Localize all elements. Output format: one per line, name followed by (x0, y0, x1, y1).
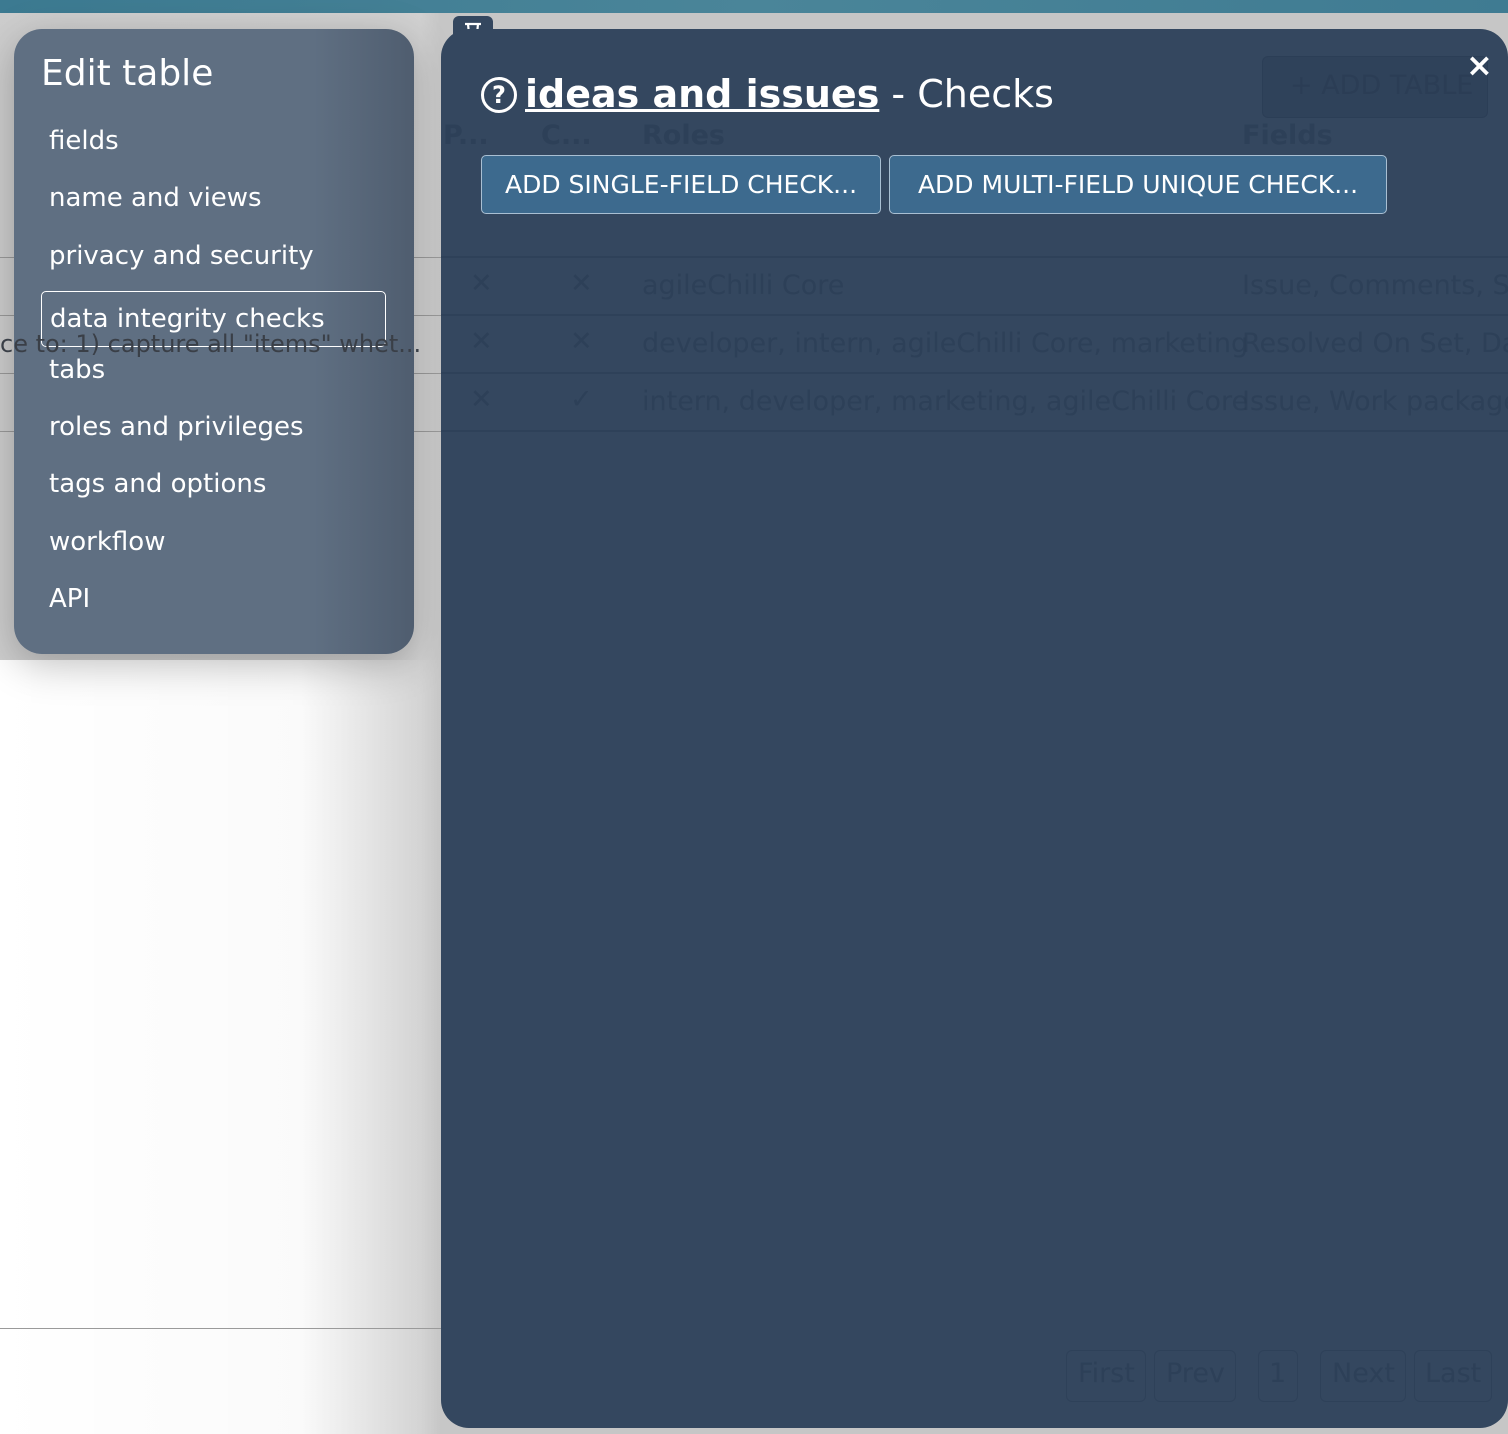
menu-list: fields name and views privacy and securi… (41, 119, 386, 634)
menu-item-workflow[interactable]: workflow (41, 520, 386, 577)
menu-item-tags-and-options[interactable]: tags and options (41, 462, 386, 519)
top-bar (0, 0, 1508, 13)
header-roles: Roles (642, 120, 725, 151)
checks-panel (441, 29, 1508, 1428)
menu-item-name-and-views[interactable]: name and views (41, 176, 386, 233)
menu-item-privacy-and-security[interactable]: privacy and security (41, 234, 386, 291)
background-text: ce to: 1) capture all "items" whet... (0, 330, 422, 358)
help-icon[interactable]: ? (481, 77, 517, 113)
menu-item-fields[interactable]: fields (41, 119, 386, 176)
menu-item-roles-and-privileges[interactable]: roles and privileges (41, 405, 386, 462)
header-fields: Fields (1242, 120, 1333, 151)
add-multi-field-unique-check-button[interactable]: ADD MULTI-FIELD UNIQUE CHECK... (889, 155, 1387, 214)
menu-item-api[interactable]: API (41, 577, 386, 634)
panel-title: ? ideas and issues - Checks (481, 72, 1054, 116)
add-single-field-check-button[interactable]: ADD SINGLE-FIELD CHECK... (481, 155, 881, 214)
close-icon[interactable]: × (1466, 46, 1493, 84)
header-p: P... (443, 120, 489, 151)
header-c: C... (541, 120, 592, 151)
menu-title: Edit table (41, 53, 214, 94)
title-suffix: - Checks (879, 72, 1054, 116)
table-link[interactable]: ideas and issues (525, 72, 879, 116)
